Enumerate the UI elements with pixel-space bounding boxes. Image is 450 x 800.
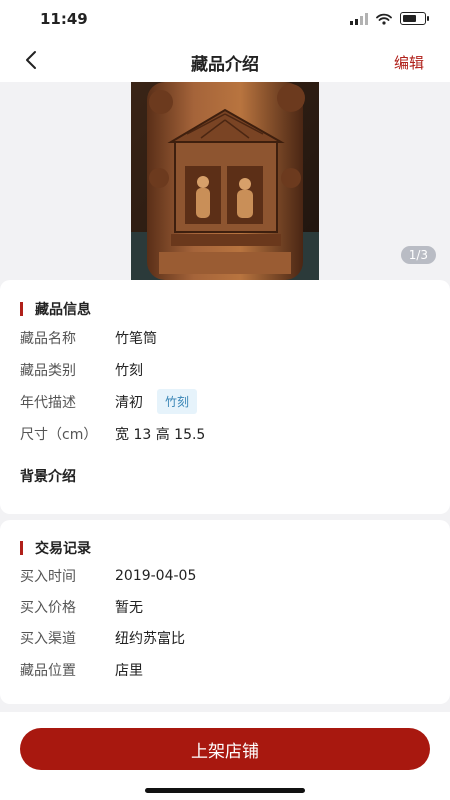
- trade-label: 买入价格: [20, 600, 76, 616]
- status-bar: 11:49: [0, 0, 450, 40]
- trade-label: 买入渠道: [20, 631, 76, 647]
- trade-value: 2019-04-05: [115, 568, 197, 584]
- edit-button[interactable]: 编辑: [394, 52, 424, 73]
- info-label: 藏品名称: [20, 331, 76, 347]
- info-label: 藏品类别: [20, 363, 76, 379]
- trade-record-card: 交易记录 买入时间 2019-04-05 买入价格 暂无 买入渠道 纽约苏富比 …: [0, 520, 450, 704]
- info-section-title: 藏品信息: [20, 299, 91, 319]
- trade-row-date: 买入时间 2019-04-05: [20, 566, 196, 586]
- info-value: 竹刻: [115, 363, 143, 379]
- trade-value: 纽约苏富比: [115, 631, 185, 647]
- trade-value: 店里: [115, 663, 143, 679]
- trade-section-title: 交易记录: [20, 538, 91, 558]
- info-label: 尺寸（cm）: [20, 427, 98, 443]
- info-label: 年代描述: [20, 394, 76, 411]
- background-intro-title: 背景介绍: [20, 469, 76, 485]
- info-row-size: 尺寸（cm） 宽 13 高 15.5: [20, 424, 205, 444]
- trade-label: 藏品位置: [20, 663, 76, 679]
- info-row-era: 年代描述 清初 竹刻: [20, 389, 198, 414]
- list-in-shop-button[interactable]: 上架店铺: [20, 728, 430, 770]
- info-row-name: 藏品名称 竹笔筒: [20, 328, 157, 348]
- trade-value: 暂无: [115, 600, 143, 616]
- info-value: 竹笔筒: [115, 331, 157, 347]
- carved-brush-pot-image: [131, 82, 319, 280]
- info-row-category: 藏品类别 竹刻: [20, 360, 143, 380]
- image-counter-badge: 1/3: [400, 246, 436, 264]
- info-section-title-text: 藏品信息: [35, 302, 91, 318]
- category-tag: 竹刻: [157, 389, 198, 414]
- trade-label: 买入时间: [20, 569, 76, 585]
- trade-row-location: 藏品位置 店里: [20, 660, 143, 680]
- home-indicator: [145, 788, 305, 793]
- collection-info-card: 藏品信息 藏品名称 竹笔筒 藏品类别 竹刻 年代描述 清初 竹刻 尺寸（cm） …: [0, 280, 450, 514]
- system-icons: [350, 12, 429, 25]
- trade-row-price: 买入价格 暂无: [20, 597, 143, 617]
- nav-bar: 藏品介绍 编辑: [0, 40, 450, 82]
- image-gallery[interactable]: 1/3: [0, 82, 450, 280]
- status-time: 11:49: [40, 10, 88, 28]
- page-title: 藏品介绍: [191, 55, 259, 75]
- trade-row-channel: 买入渠道 纽约苏富比: [20, 628, 185, 648]
- section-accent-bar: [20, 302, 23, 316]
- trade-section-title-text: 交易记录: [35, 541, 91, 557]
- collection-photo[interactable]: [131, 82, 319, 280]
- info-value: 清初: [115, 394, 143, 411]
- signal-icon: [350, 12, 368, 25]
- battery-icon: [400, 12, 429, 25]
- section-accent-bar: [20, 541, 23, 555]
- info-value: 宽 13 高 15.5: [115, 427, 206, 443]
- wifi-icon: [376, 13, 392, 25]
